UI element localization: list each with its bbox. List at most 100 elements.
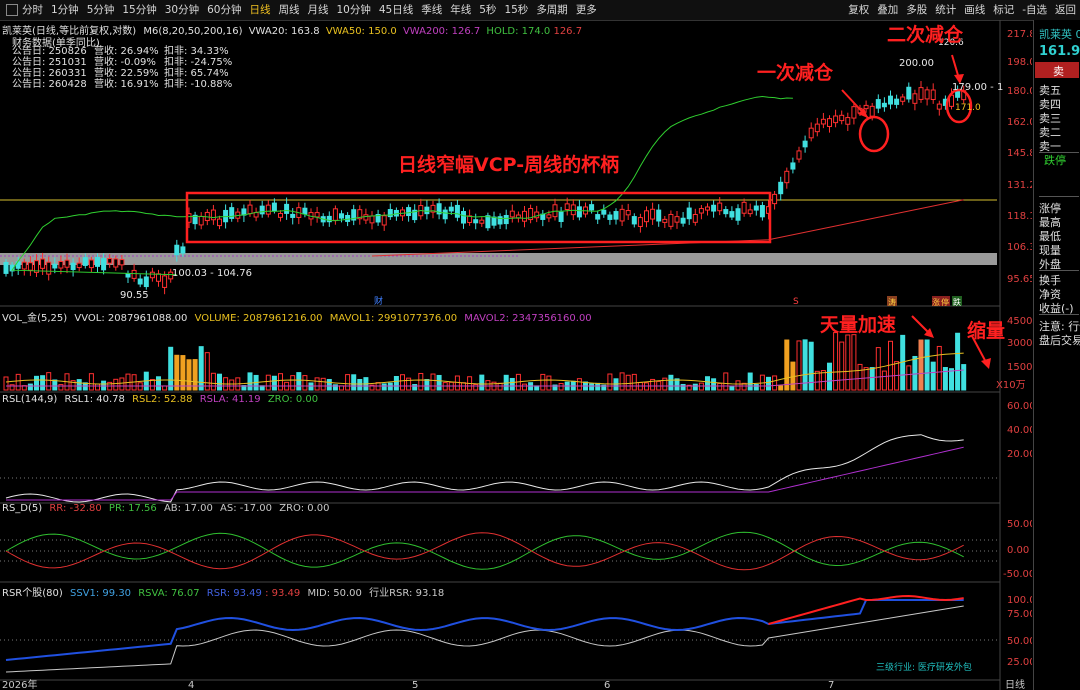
volume-bar xyxy=(204,352,210,391)
draw-line-button[interactable]: 画线 xyxy=(960,0,989,20)
volume-bar xyxy=(820,370,826,391)
volume-bar xyxy=(711,378,717,391)
tab-2[interactable]: 5分钟 xyxy=(83,0,119,20)
volume-bar xyxy=(936,345,942,391)
rsl-zro-label: ZRO: 0.00 xyxy=(267,394,319,405)
tab-6[interactable]: 日线 xyxy=(246,0,275,20)
volume-bar xyxy=(271,375,277,391)
tab-9[interactable]: 10分钟 xyxy=(333,0,375,20)
fin-cell-b: 营收: -0.09% xyxy=(94,57,156,68)
time-tick: 6 xyxy=(604,680,610,690)
pr-label: PR: 17.56 xyxy=(108,503,157,514)
tab-12[interactable]: 年线 xyxy=(446,0,475,20)
candle-body xyxy=(631,216,637,225)
candle-body xyxy=(869,105,875,117)
candle-body xyxy=(839,114,845,122)
candle-body xyxy=(64,259,70,268)
candle-body xyxy=(119,259,125,266)
overlay-button[interactable]: 叠加 xyxy=(873,0,902,20)
candle-body xyxy=(863,104,869,110)
tab-7[interactable]: 周线 xyxy=(275,0,304,20)
tab-0[interactable]: 分时 xyxy=(18,0,47,20)
candle-body xyxy=(796,150,802,160)
candle-body xyxy=(570,204,576,216)
volume-bar xyxy=(217,373,222,391)
tab-3[interactable]: 15分钟 xyxy=(118,0,160,20)
tab-13[interactable]: 5秒 xyxy=(475,0,500,20)
candle-body xyxy=(82,257,88,266)
volume-bar xyxy=(156,376,161,391)
tab-4[interactable]: 30分钟 xyxy=(161,0,203,20)
stats-button[interactable]: 统计 xyxy=(931,0,960,20)
volume-bar xyxy=(27,383,33,391)
volume-bar xyxy=(40,375,46,391)
candle-body xyxy=(448,206,454,212)
volume-bar xyxy=(540,373,546,391)
volume-bar xyxy=(229,379,235,391)
rsd-tick: 0.00 xyxy=(1007,545,1029,556)
vol-header: VOL_金(5,25) VVOL: 2087961088.00 VOLUME: … xyxy=(2,309,592,324)
multi-stock-button[interactable]: 多股 xyxy=(902,0,931,20)
ma-red-line xyxy=(371,199,964,257)
sell-badge[interactable]: 卖 xyxy=(1035,62,1079,78)
candle-body xyxy=(101,258,107,271)
tab-8[interactable]: 月线 xyxy=(304,0,333,20)
price-tick: 217.8 xyxy=(1007,29,1032,40)
volume-bar xyxy=(595,382,601,391)
candle-body xyxy=(406,207,412,217)
stock-name[interactable]: 凯莱英 0 xyxy=(1039,26,1080,42)
tab-5[interactable]: 60分钟 xyxy=(203,0,245,20)
tab-1[interactable]: 1分钟 xyxy=(47,0,83,20)
volume-bar xyxy=(485,380,491,391)
candle-body xyxy=(735,208,741,221)
volume-bar xyxy=(668,374,674,391)
period-tabs: 分时 1分钟 5分钟 15分钟 30分钟 60分钟 日线 周线 月线 10分钟 45日线 季线 年线 5秒… xyxy=(4,0,601,20)
volume-bar xyxy=(357,378,363,391)
candle-body xyxy=(247,204,253,215)
tab-14[interactable]: 15秒 xyxy=(500,0,532,20)
candle-body xyxy=(613,211,619,220)
volume-bar xyxy=(698,382,704,391)
candle-body xyxy=(662,218,668,223)
rsl-tick: 60.00 xyxy=(1007,401,1032,412)
volume-bar xyxy=(906,365,912,391)
candle-body xyxy=(833,115,839,124)
volume-bar xyxy=(149,379,155,391)
volume-bar xyxy=(430,373,436,391)
candle-body xyxy=(107,258,113,264)
volume-bar xyxy=(479,374,485,391)
rsl1-label: RSL1: 40.78 xyxy=(64,394,125,405)
watchlist-button[interactable]: -自选 xyxy=(1018,0,1051,20)
rsl2-label: RSL2: 52.88 xyxy=(132,394,193,405)
rsr2-value-label: : 93.49 xyxy=(265,588,301,599)
candle-body xyxy=(143,276,149,288)
volume-bar xyxy=(436,374,442,391)
tab-16[interactable]: 更多 xyxy=(572,0,601,20)
candle-body xyxy=(302,207,308,215)
volume-bar xyxy=(320,377,326,391)
candle-body xyxy=(290,213,296,218)
fuquan-button[interactable]: 复权 xyxy=(844,0,873,20)
vcp-annotation: 日线窄幅VCP-周线的杯柄 xyxy=(398,154,620,176)
rsl-lines xyxy=(5,434,964,503)
fin-cell-b: 营收: 22.59% xyxy=(94,68,159,79)
first-reduce-circle xyxy=(858,115,890,153)
rsd-tick: -50.00 xyxy=(1003,569,1032,580)
candle-body xyxy=(668,213,674,227)
mark-button[interactable]: 标记 xyxy=(989,0,1018,20)
rr-label: RR: -32.80 xyxy=(49,503,102,514)
window-menu-icon[interactable] xyxy=(6,4,18,16)
rsl-tick: 40.00 xyxy=(1007,425,1032,436)
tab-15[interactable]: 多周期 xyxy=(532,0,572,20)
volume-bar xyxy=(418,372,424,391)
fin-row: 公告日: 250826 营收: 26.94% 扣非: 34.33% xyxy=(12,46,244,57)
volume-bar xyxy=(692,383,698,391)
as-label: AS: -17.00 xyxy=(220,503,273,514)
back-button[interactable]: 返回 xyxy=(1051,0,1080,20)
volume-bar xyxy=(753,384,759,391)
candle-body xyxy=(558,211,564,222)
volume-bar xyxy=(546,375,552,391)
candle-body xyxy=(479,219,485,224)
tab-10[interactable]: 45日线 xyxy=(375,0,417,20)
tab-11[interactable]: 季线 xyxy=(417,0,446,20)
